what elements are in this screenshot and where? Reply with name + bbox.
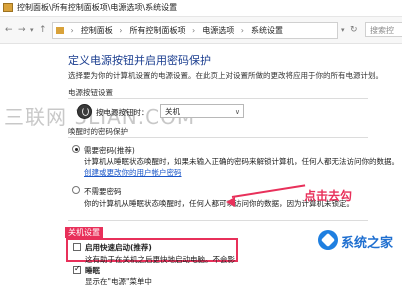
address-dropdown-icon[interactable]: ▾ [341, 25, 345, 35]
power-icon [77, 104, 92, 119]
divider [68, 220, 368, 221]
logo-text: 系统之家 [341, 236, 394, 251]
no-password-radio[interactable] [72, 186, 80, 194]
sleep-checkbox[interactable] [73, 264, 81, 274]
require-password-label: 需要密码(推荐) [84, 146, 135, 155]
control-panel-icon [3, 3, 13, 12]
fast-startup-checkbox[interactable] [73, 243, 81, 251]
divider [68, 98, 368, 99]
fast-startup-description: 这有助于在关机之后更快地启动电脑。不会影 [85, 255, 235, 264]
fast-startup-label: 启用快速启动(推荐) [85, 243, 152, 252]
breadcrumb-item[interactable]: 系统设置 [251, 26, 283, 35]
power-button-section-title: 电源按钮设置 [68, 88, 113, 97]
refresh-icon[interactable]: ↻ [350, 25, 358, 35]
divider [68, 137, 368, 138]
chevron-down-icon: ∨ [234, 108, 240, 116]
require-password-radio[interactable] [72, 145, 80, 153]
address-bar-area: ← → ▾ ↑ › 控制面板 › 所有控制面板项 › 电源选项 › 系统设置 ▾ ↻ 搜… [0, 17, 402, 44]
forward-arrow-icon[interactable]: → [18, 25, 26, 35]
logo-icon [318, 230, 338, 250]
breadcrumb-item[interactable]: 控制面板 [81, 26, 113, 35]
password-section-title: 唤醒时的密码保护 [68, 127, 128, 136]
page-title: 定义电源按钮并启用密码保护 [68, 54, 211, 67]
sleep-description: 显示在"电源"菜单中 [85, 277, 152, 286]
site-logo: 系统之家 [318, 226, 400, 254]
sleep-label: 睡眠 [85, 266, 100, 275]
title-bar: 控制面板\所有控制面板项\电源选项\系统设置 [0, 0, 402, 17]
power-button-label: 按电源按钮时： [96, 108, 149, 117]
annotation-callout: 点击去勾 [304, 189, 353, 203]
up-arrow-icon[interactable]: ↑ [39, 25, 47, 35]
address-field[interactable]: › 控制面板 › 所有控制面板项 › 电源选项 › 系统设置 [52, 22, 338, 39]
breadcrumb-item[interactable]: 所有控制面板项 [130, 26, 186, 35]
search-input[interactable]: 搜索控 [365, 22, 402, 37]
change-password-link[interactable]: 创建或更改你的用户帐户密码 [84, 167, 182, 178]
back-arrow-icon[interactable]: ← [5, 25, 13, 35]
shutdown-section-title: 关机设置 [65, 227, 103, 238]
breadcrumb-item[interactable]: 电源选项 [202, 26, 234, 35]
recent-dropdown-icon[interactable]: ▾ [30, 25, 34, 35]
control-panel-icon [56, 27, 64, 34]
annotation-arrowhead [226, 197, 235, 207]
no-password-label: 不需要密码 [84, 187, 122, 196]
page-description: 选择要为你的计算机设置的电源设置。在此页上对设置所做的更改将应用于你的所有电源计… [68, 71, 383, 80]
power-button-action-select[interactable]: 关机 ∨ [160, 104, 244, 118]
window-title: 控制面板\所有控制面板项\电源选项\系统设置 [17, 3, 178, 12]
require-password-description: 计算机从睡眠状态唤醒时，如果未输入正确的密码来解锁计算机，任何人都无法访问你的数… [84, 157, 399, 166]
